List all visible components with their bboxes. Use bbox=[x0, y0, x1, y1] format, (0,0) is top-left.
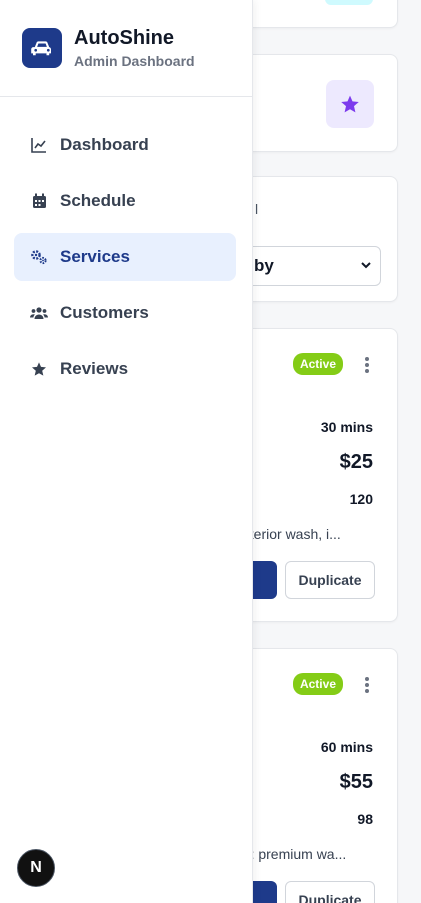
service-duration: 60 mins bbox=[320, 739, 373, 755]
sidebar-item-label: Customers bbox=[60, 303, 149, 322]
service-price: $55 bbox=[339, 771, 373, 793]
status-badge: Active bbox=[292, 353, 343, 375]
sidebar-item-customers[interactable]: Customers bbox=[14, 289, 236, 337]
service-price: $25 bbox=[339, 451, 373, 473]
next-logo-letter: N bbox=[30, 859, 42, 876]
service-card: Active 60 mins $55 98 on: premium wa... … bbox=[223, 648, 398, 903]
sidebar-item-label: Dashboard bbox=[60, 135, 149, 154]
sort-by-select[interactable]: by bbox=[235, 246, 381, 286]
star-icon bbox=[326, 80, 374, 128]
star-icon bbox=[30, 360, 48, 378]
service-bookings-count: 98 bbox=[357, 811, 373, 827]
chart-line-icon bbox=[30, 136, 48, 154]
rating-stat-card bbox=[232, 54, 398, 152]
status-badge: Active bbox=[292, 673, 343, 695]
service-description: on: premium wa... bbox=[235, 846, 347, 862]
chevron-down-icon bbox=[360, 256, 372, 276]
nextjs-dev-indicator-button[interactable]: N bbox=[17, 849, 55, 887]
more-options-icon[interactable] bbox=[365, 357, 369, 375]
sidebar-item-label: Services bbox=[60, 247, 130, 266]
sort-by-select-value: by bbox=[254, 256, 274, 275]
service-card: Active 30 mins $25 120 exterior wash, i.… bbox=[223, 328, 398, 622]
brand-title: AutoShine bbox=[74, 27, 174, 49]
duplicate-button[interactable]: Duplicate bbox=[285, 881, 375, 903]
sidebar-nav: Dashboard Schedule Services Customers Re… bbox=[0, 97, 252, 393]
duplicate-button[interactable]: Duplicate bbox=[285, 561, 375, 599]
service-duration: 30 mins bbox=[320, 419, 373, 435]
brand-header[interactable]: AutoShine Admin Dashboard bbox=[0, 0, 252, 97]
sidebar-drawer: AutoShine Admin Dashboard Dashboard Sche… bbox=[0, 0, 253, 903]
stat-icon-box bbox=[325, 0, 373, 5]
service-bookings-count: 120 bbox=[349, 491, 373, 507]
filter-card: l by bbox=[232, 176, 398, 302]
sidebar-item-label: Schedule bbox=[60, 191, 136, 210]
stat-card-partial bbox=[232, 0, 398, 28]
car-icon bbox=[22, 28, 62, 68]
sidebar-item-services[interactable]: Services bbox=[14, 233, 236, 281]
calendar-icon bbox=[30, 192, 48, 210]
service-description: exterior wash, i... bbox=[235, 526, 341, 542]
sidebar-item-schedule[interactable]: Schedule bbox=[14, 177, 236, 225]
more-options-icon[interactable] bbox=[365, 677, 369, 695]
sidebar-item-label: Reviews bbox=[60, 359, 129, 378]
sidebar-item-reviews[interactable]: Reviews bbox=[14, 345, 236, 393]
brand-subtitle: Admin Dashboard bbox=[74, 53, 195, 69]
cogs-icon bbox=[30, 248, 48, 266]
filter-label: l bbox=[255, 201, 259, 217]
sidebar-item-dashboard[interactable]: Dashboard bbox=[14, 121, 236, 169]
users-icon bbox=[30, 304, 48, 322]
